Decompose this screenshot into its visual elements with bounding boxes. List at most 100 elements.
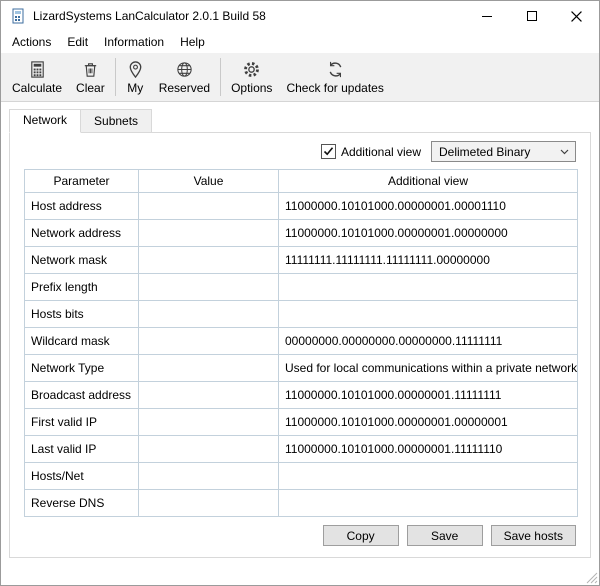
minimize-button[interactable] bbox=[464, 1, 509, 31]
view-format-value: Delimeted Binary bbox=[439, 145, 530, 159]
parameter-cell: Broadcast address bbox=[25, 382, 139, 409]
resize-grip[interactable] bbox=[585, 571, 598, 584]
clear-button[interactable]: Clear bbox=[69, 57, 112, 98]
menu-information[interactable]: Information bbox=[96, 32, 172, 52]
additional-view-cell: 00000000.00000000.00000000.11111111 bbox=[279, 328, 578, 355]
app-icon bbox=[10, 8, 26, 24]
column-header-additional-view[interactable]: Additional view bbox=[279, 170, 578, 193]
table-row[interactable]: Wildcard mask 00000000.00000000.00000000… bbox=[25, 328, 578, 355]
additional-view-cell bbox=[279, 490, 578, 517]
network-tab-panel: Additional view Delimeted Binary Paramet… bbox=[9, 132, 591, 558]
toolbar-separator bbox=[220, 58, 221, 96]
table-row[interactable]: Hosts bits bbox=[25, 301, 578, 328]
additional-view-cell: 11000000.10101000.00000001.00000001 bbox=[279, 409, 578, 436]
parameter-cell: Last valid IP bbox=[25, 436, 139, 463]
additional-view-cell bbox=[279, 463, 578, 490]
toolbar-button-label: Reserved bbox=[159, 81, 210, 95]
copy-button[interactable]: Copy bbox=[323, 525, 399, 546]
value-cell[interactable] bbox=[139, 409, 279, 436]
save-hosts-button[interactable]: Save hosts bbox=[491, 525, 576, 546]
tab-network[interactable]: Network bbox=[9, 109, 81, 133]
maximize-icon bbox=[527, 11, 537, 21]
additional-view-cell bbox=[279, 274, 578, 301]
table-row[interactable]: Network address 11000000.10101000.000000… bbox=[25, 220, 578, 247]
trash-icon bbox=[81, 60, 100, 79]
window-controls bbox=[464, 1, 599, 31]
table-row[interactable]: First valid IP 11000000.10101000.0000000… bbox=[25, 409, 578, 436]
toolbar-button-label: Options bbox=[231, 81, 272, 95]
column-header-parameter[interactable]: Parameter bbox=[25, 170, 139, 193]
parameter-cell: Hosts bits bbox=[25, 301, 139, 328]
menu-actions[interactable]: Actions bbox=[4, 32, 59, 52]
parameter-cell: Prefix length bbox=[25, 274, 139, 301]
additional-view-cell: 11000000.10101000.00000001.00000000 bbox=[279, 220, 578, 247]
check-updates-button[interactable]: Check for updates bbox=[279, 57, 390, 98]
app-window: LizardSystems LanCalculator 2.0.1 Build … bbox=[0, 0, 600, 586]
value-cell[interactable] bbox=[139, 382, 279, 409]
location-pin-icon bbox=[126, 60, 145, 79]
table-row[interactable]: Broadcast address 11000000.10101000.0000… bbox=[25, 382, 578, 409]
parameter-cell: Network Type bbox=[25, 355, 139, 382]
menu-help[interactable]: Help bbox=[172, 32, 213, 52]
toolbar-separator bbox=[115, 58, 116, 96]
additional-view-cell: 11000000.10101000.00000001.11111111 bbox=[279, 382, 578, 409]
chevron-down-icon bbox=[560, 149, 575, 155]
parameter-cell: Network address bbox=[25, 220, 139, 247]
checkmark-icon bbox=[323, 146, 334, 157]
additional-view-cell bbox=[279, 301, 578, 328]
value-cell[interactable] bbox=[139, 301, 279, 328]
parameter-cell: Reverse DNS bbox=[25, 490, 139, 517]
table-row[interactable]: Last valid IP 11000000.10101000.00000001… bbox=[25, 436, 578, 463]
footer-buttons: Copy Save Save hosts bbox=[24, 525, 576, 546]
parameter-cell: First valid IP bbox=[25, 409, 139, 436]
parameter-cell: Wildcard mask bbox=[25, 328, 139, 355]
calculator-icon bbox=[28, 60, 47, 79]
table-row[interactable]: Network mask 11111111.11111111.11111111.… bbox=[25, 247, 578, 274]
additional-view-cell: 11000000.10101000.00000001.11111110 bbox=[279, 436, 578, 463]
value-cell[interactable] bbox=[139, 220, 279, 247]
table-header-row: Parameter Value Additional view bbox=[25, 170, 578, 193]
view-format-dropdown[interactable]: Delimeted Binary bbox=[431, 141, 576, 162]
value-cell[interactable] bbox=[139, 193, 279, 220]
tab-subnets[interactable]: Subnets bbox=[80, 109, 152, 133]
toolbar-button-label: Clear bbox=[76, 81, 105, 95]
window-title: LizardSystems LanCalculator 2.0.1 Build … bbox=[33, 9, 266, 23]
value-cell[interactable] bbox=[139, 274, 279, 301]
my-button[interactable]: My bbox=[119, 57, 152, 98]
column-header-value[interactable]: Value bbox=[139, 170, 279, 193]
toolbar: Calculate Clear My Reserved Option bbox=[1, 53, 599, 102]
additional-view-cell: 11000000.10101000.00000001.00001110 bbox=[279, 193, 578, 220]
parameter-cell: Network mask bbox=[25, 247, 139, 274]
titlebar[interactable]: LizardSystems LanCalculator 2.0.1 Build … bbox=[1, 1, 599, 31]
additional-view-checkbox[interactable] bbox=[321, 144, 336, 159]
table-row[interactable]: Hosts/Net bbox=[25, 463, 578, 490]
maximize-button[interactable] bbox=[509, 1, 554, 31]
options-button[interactable]: Options bbox=[224, 57, 279, 98]
toolbar-button-label: Check for updates bbox=[286, 81, 383, 95]
table-row[interactable]: Host address 11000000.10101000.00000001.… bbox=[25, 193, 578, 220]
table-row[interactable]: Network Type Used for local communicatio… bbox=[25, 355, 578, 382]
value-cell[interactable] bbox=[139, 247, 279, 274]
save-button[interactable]: Save bbox=[407, 525, 483, 546]
additional-view-checkbox-group[interactable]: Additional view bbox=[321, 144, 421, 159]
toolbar-button-label: My bbox=[127, 81, 143, 95]
value-cell[interactable] bbox=[139, 490, 279, 517]
value-cell[interactable] bbox=[139, 463, 279, 490]
close-button[interactable] bbox=[554, 1, 599, 31]
table-row[interactable]: Prefix length bbox=[25, 274, 578, 301]
menu-edit[interactable]: Edit bbox=[59, 32, 96, 52]
calculate-button[interactable]: Calculate bbox=[5, 57, 69, 98]
additional-view-cell: Used for local communications within a p… bbox=[279, 355, 578, 382]
reserved-button[interactable]: Reserved bbox=[152, 57, 217, 98]
parameter-cell: Host address bbox=[25, 193, 139, 220]
table-row[interactable]: Reverse DNS bbox=[25, 490, 578, 517]
gear-icon bbox=[242, 60, 261, 79]
value-cell[interactable] bbox=[139, 328, 279, 355]
main-content: Network Subnets Additional view Delimete… bbox=[1, 102, 599, 585]
globe-icon bbox=[175, 60, 194, 79]
additional-view-label: Additional view bbox=[341, 145, 421, 159]
close-icon bbox=[571, 11, 582, 22]
value-cell[interactable] bbox=[139, 436, 279, 463]
parameters-table: Parameter Value Additional view Host add… bbox=[24, 169, 578, 517]
value-cell[interactable] bbox=[139, 355, 279, 382]
